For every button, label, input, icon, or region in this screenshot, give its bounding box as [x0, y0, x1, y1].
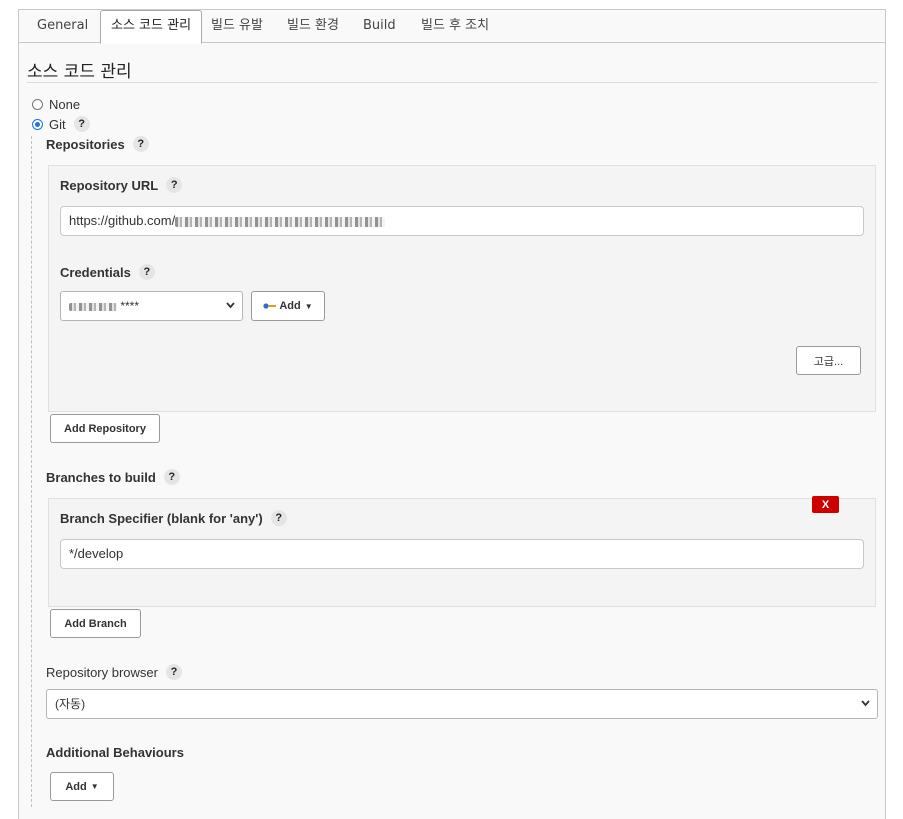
- git-label: Git: [49, 116, 66, 132]
- git-config-guide: [31, 136, 32, 807]
- caret-down-icon: ▼: [304, 301, 313, 311]
- credentials-label: Credentials ?: [60, 263, 155, 281]
- repository-browser-label-text: Repository browser: [46, 664, 158, 680]
- add-behaviour-button[interactable]: Add ▼: [50, 772, 114, 801]
- none-radio[interactable]: [32, 98, 43, 110]
- advanced-button[interactable]: 고급...: [796, 346, 861, 375]
- git-help-icon[interactable]: ?: [73, 116, 90, 132]
- chevron-down-icon: [225, 292, 236, 331]
- redacted-credential-user: [69, 302, 117, 311]
- none-label: None: [49, 96, 81, 112]
- branch-specifier-input[interactable]: */develop: [60, 539, 864, 569]
- tab-post-build-actions[interactable]: 빌드 후 조치: [411, 9, 499, 42]
- credentials-help-icon[interactable]: ?: [138, 264, 155, 280]
- credentials-select[interactable]: ****: [60, 291, 243, 321]
- repository-browser-value: (자동): [55, 697, 86, 711]
- add-repository-button[interactable]: Add Repository: [50, 414, 160, 443]
- git-radio[interactable]: [32, 118, 43, 130]
- branches-help-icon[interactable]: ?: [163, 469, 180, 485]
- repository-browser-help-icon[interactable]: ?: [166, 664, 182, 680]
- branches-heading-text: Branches to build: [46, 469, 156, 485]
- repository-url-help-icon[interactable]: ?: [166, 177, 183, 193]
- repositories-heading: Repositories ?: [46, 135, 149, 153]
- credentials-label-text: Credentials: [60, 264, 131, 280]
- branch-specifier-label-text: Branch Specifier (blank for 'any'): [60, 510, 263, 526]
- key-icon: [263, 302, 277, 310]
- credentials-value: ****: [120, 299, 140, 313]
- branch-specifier-label: Branch Specifier (blank for 'any') ?: [60, 509, 287, 527]
- branch-specifier-value: */develop: [69, 546, 124, 561]
- scm-option-none[interactable]: None: [32, 95, 80, 113]
- tab-build-triggers[interactable]: 빌드 유발: [201, 9, 273, 42]
- add-credentials-button[interactable]: Add ▼: [251, 291, 325, 321]
- tab-build-environment[interactable]: 빌드 환경: [277, 9, 349, 42]
- section-divider: [27, 82, 878, 83]
- repository-url-label-text: Repository URL: [60, 177, 159, 193]
- repository-url-value: https://github.com/: [69, 213, 176, 228]
- section-title: 소스 코드 관리: [27, 62, 132, 82]
- tab-build[interactable]: Build: [353, 9, 406, 42]
- repositories-help-icon[interactable]: ?: [132, 136, 149, 152]
- tab-source-code-management[interactable]: 소스 코드 관리: [100, 10, 203, 44]
- repository-browser-label: Repository browser ?: [46, 663, 182, 681]
- tab-general[interactable]: General: [27, 9, 98, 42]
- repository-url-input[interactable]: https://github.com/: [60, 206, 864, 236]
- delete-branch-button[interactable]: X: [812, 496, 839, 513]
- redacted-url-path: [175, 216, 386, 227]
- repository-browser-select[interactable]: (자동): [46, 689, 878, 719]
- branch-specifier-help-icon[interactable]: ?: [270, 510, 287, 526]
- branches-heading: Branches to build ?: [46, 468, 180, 486]
- scm-option-git[interactable]: Git ?: [32, 115, 90, 133]
- repository-url-label: Repository URL ?: [60, 176, 183, 194]
- additional-behaviours-heading: Additional Behaviours: [46, 744, 184, 760]
- repository-panel: [48, 165, 876, 412]
- add-credentials-label: Add: [279, 300, 301, 312]
- chevron-down-icon: [860, 690, 871, 729]
- repositories-heading-text: Repositories: [46, 136, 125, 152]
- add-branch-button[interactable]: Add Branch: [50, 609, 141, 638]
- add-behaviour-label: Add: [65, 780, 87, 793]
- caret-down-icon: ▼: [90, 782, 99, 791]
- tab-bar: General 소스 코드 관리 빌드 유발 빌드 환경 Build 빌드 후 …: [18, 9, 886, 44]
